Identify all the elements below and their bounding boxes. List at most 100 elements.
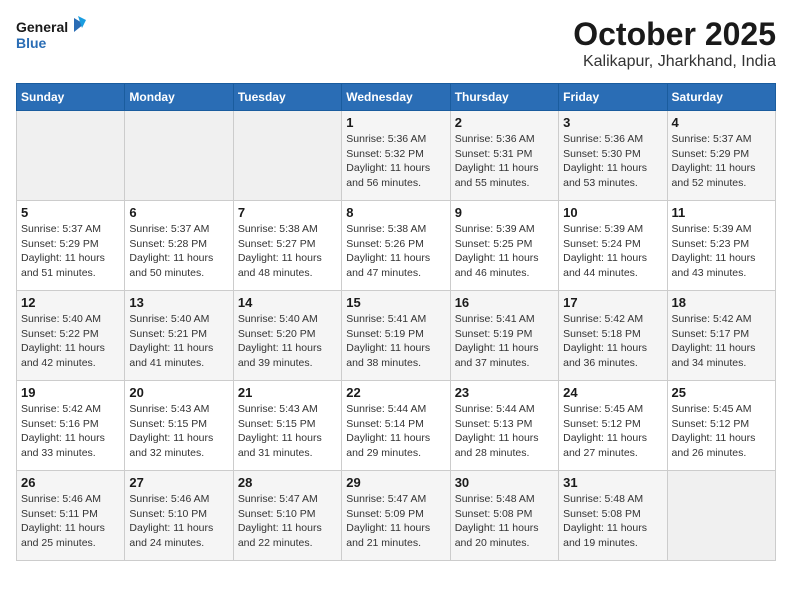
calendar-cell: 1 Sunrise: 5:36 AMSunset: 5:32 PMDaylight… xyxy=(342,111,450,201)
day-number: 20 xyxy=(129,385,228,400)
calendar-cell: 25 Sunrise: 5:45 AMSunset: 5:12 PMDayligh… xyxy=(667,381,775,471)
day-number: 1 xyxy=(346,115,445,130)
day-info: Sunrise: 5:37 AMSunset: 5:29 PMDaylight:… xyxy=(21,222,120,281)
calendar-cell: 20 Sunrise: 5:43 AMSunset: 5:15 PMDayligh… xyxy=(125,381,233,471)
day-info: Sunrise: 5:47 AMSunset: 5:10 PMDaylight:… xyxy=(238,492,337,551)
weekday-header: Saturday xyxy=(667,84,775,111)
day-info: Sunrise: 5:39 AMSunset: 5:25 PMDaylight:… xyxy=(455,222,554,281)
calendar-cell: 14 Sunrise: 5:40 AMSunset: 5:20 PMDayligh… xyxy=(233,291,341,381)
day-number: 16 xyxy=(455,295,554,310)
calendar-cell xyxy=(17,111,125,201)
title-block: October 2025 Kalikapur, Jharkhand, India xyxy=(573,16,776,71)
calendar-cell: 8 Sunrise: 5:38 AMSunset: 5:26 PMDaylight… xyxy=(342,201,450,291)
calendar-cell: 30 Sunrise: 5:48 AMSunset: 5:08 PMDayligh… xyxy=(450,471,558,561)
calendar-cell: 19 Sunrise: 5:42 AMSunset: 5:16 PMDayligh… xyxy=(17,381,125,471)
day-number: 7 xyxy=(238,205,337,220)
day-number: 10 xyxy=(563,205,662,220)
calendar-cell: 11 Sunrise: 5:39 AMSunset: 5:23 PMDayligh… xyxy=(667,201,775,291)
calendar-cell: 13 Sunrise: 5:40 AMSunset: 5:21 PMDayligh… xyxy=(125,291,233,381)
weekday-header: Monday xyxy=(125,84,233,111)
day-number: 12 xyxy=(21,295,120,310)
calendar-cell: 9 Sunrise: 5:39 AMSunset: 5:25 PMDaylight… xyxy=(450,201,558,291)
day-number: 21 xyxy=(238,385,337,400)
calendar-cell: 24 Sunrise: 5:45 AMSunset: 5:12 PMDayligh… xyxy=(559,381,667,471)
day-info: Sunrise: 5:40 AMSunset: 5:21 PMDaylight:… xyxy=(129,312,228,371)
weekday-header: Sunday xyxy=(17,84,125,111)
day-info: Sunrise: 5:45 AMSunset: 5:12 PMDaylight:… xyxy=(672,402,771,461)
day-number: 22 xyxy=(346,385,445,400)
day-info: Sunrise: 5:47 AMSunset: 5:09 PMDaylight:… xyxy=(346,492,445,551)
day-info: Sunrise: 5:44 AMSunset: 5:13 PMDaylight:… xyxy=(455,402,554,461)
calendar-cell: 5 Sunrise: 5:37 AMSunset: 5:29 PMDaylight… xyxy=(17,201,125,291)
day-info: Sunrise: 5:38 AMSunset: 5:26 PMDaylight:… xyxy=(346,222,445,281)
day-number: 26 xyxy=(21,475,120,490)
calendar-cell: 2 Sunrise: 5:36 AMSunset: 5:31 PMDaylight… xyxy=(450,111,558,201)
day-number: 29 xyxy=(346,475,445,490)
calendar-cell: 22 Sunrise: 5:44 AMSunset: 5:14 PMDayligh… xyxy=(342,381,450,471)
day-info: Sunrise: 5:38 AMSunset: 5:27 PMDaylight:… xyxy=(238,222,337,281)
day-number: 25 xyxy=(672,385,771,400)
calendar-cell xyxy=(125,111,233,201)
day-info: Sunrise: 5:36 AMSunset: 5:30 PMDaylight:… xyxy=(563,132,662,191)
day-info: Sunrise: 5:40 AMSunset: 5:20 PMDaylight:… xyxy=(238,312,337,371)
day-info: Sunrise: 5:45 AMSunset: 5:12 PMDaylight:… xyxy=(563,402,662,461)
calendar-cell: 12Sunrise: 5:40 AMSunset: 5:22 PMDayligh… xyxy=(17,291,125,381)
calendar-cell: 3 Sunrise: 5:36 AMSunset: 5:30 PMDaylight… xyxy=(559,111,667,201)
day-info: Sunrise: 5:48 AMSunset: 5:08 PMDaylight:… xyxy=(563,492,662,551)
calendar-cell: 10 Sunrise: 5:39 AMSunset: 5:24 PMDayligh… xyxy=(559,201,667,291)
day-info: Sunrise: 5:39 AMSunset: 5:23 PMDaylight:… xyxy=(672,222,771,281)
calendar-cell: 29 Sunrise: 5:47 AMSunset: 5:09 PMDayligh… xyxy=(342,471,450,561)
day-number: 24 xyxy=(563,385,662,400)
calendar-cell: 16Sunrise: 5:41 AMSunset: 5:19 PMDayligh… xyxy=(450,291,558,381)
calendar-cell: 17 Sunrise: 5:42 AMSunset: 5:18 PMDayligh… xyxy=(559,291,667,381)
weekday-header: Wednesday xyxy=(342,84,450,111)
day-info: Sunrise: 5:42 AMSunset: 5:17 PMDaylight:… xyxy=(672,312,771,371)
day-info: Sunrise: 5:46 AMSunset: 5:10 PMDaylight:… xyxy=(129,492,228,551)
calendar-cell: 23Sunrise: 5:44 AMSunset: 5:13 PMDayligh… xyxy=(450,381,558,471)
calendar-cell xyxy=(667,471,775,561)
day-info: Sunrise: 5:41 AMSunset: 5:19 PMDaylight:… xyxy=(346,312,445,371)
day-info: Sunrise: 5:36 AMSunset: 5:31 PMDaylight:… xyxy=(455,132,554,191)
svg-text:General: General xyxy=(16,19,68,35)
calendar-cell: 6Sunrise: 5:37 AMSunset: 5:28 PMDaylight… xyxy=(125,201,233,291)
day-info: Sunrise: 5:36 AMSunset: 5:32 PMDaylight:… xyxy=(346,132,445,191)
day-number: 8 xyxy=(346,205,445,220)
day-info: Sunrise: 5:43 AMSunset: 5:15 PMDaylight:… xyxy=(129,402,228,461)
calendar-cell: 26 Sunrise: 5:46 AMSunset: 5:11 PMDayligh… xyxy=(17,471,125,561)
day-number: 2 xyxy=(455,115,554,130)
day-number: 15 xyxy=(346,295,445,310)
calendar-table: SundayMondayTuesdayWednesdayThursdayFrid… xyxy=(16,83,776,561)
day-info: Sunrise: 5:42 AMSunset: 5:18 PMDaylight:… xyxy=(563,312,662,371)
day-number: 27 xyxy=(129,475,228,490)
day-number: 5 xyxy=(21,205,120,220)
day-number: 30 xyxy=(455,475,554,490)
calendar-header: SundayMondayTuesdayWednesdayThursdayFrid… xyxy=(17,84,776,111)
day-number: 18 xyxy=(672,295,771,310)
day-info: Sunrise: 5:37 AMSunset: 5:28 PMDaylight:… xyxy=(129,222,228,281)
day-number: 19 xyxy=(21,385,120,400)
day-number: 17 xyxy=(563,295,662,310)
day-info: Sunrise: 5:44 AMSunset: 5:14 PMDaylight:… xyxy=(346,402,445,461)
day-info: Sunrise: 5:48 AMSunset: 5:08 PMDaylight:… xyxy=(455,492,554,551)
month-year: October 2025 xyxy=(573,16,776,53)
calendar-cell: 21Sunrise: 5:43 AMSunset: 5:15 PMDayligh… xyxy=(233,381,341,471)
day-number: 11 xyxy=(672,205,771,220)
calendar-cell: 28Sunrise: 5:47 AMSunset: 5:10 PMDayligh… xyxy=(233,471,341,561)
day-number: 4 xyxy=(672,115,771,130)
day-number: 9 xyxy=(455,205,554,220)
calendar-cell: 31Sunrise: 5:48 AMSunset: 5:08 PMDayligh… xyxy=(559,471,667,561)
day-number: 14 xyxy=(238,295,337,310)
day-info: Sunrise: 5:39 AMSunset: 5:24 PMDaylight:… xyxy=(563,222,662,281)
day-number: 13 xyxy=(129,295,228,310)
day-number: 3 xyxy=(563,115,662,130)
weekday-header: Tuesday xyxy=(233,84,341,111)
calendar-cell: 4Sunrise: 5:37 AMSunset: 5:29 PMDaylight… xyxy=(667,111,775,201)
day-info: Sunrise: 5:46 AMSunset: 5:11 PMDaylight:… xyxy=(21,492,120,551)
calendar-cell: 7 Sunrise: 5:38 AMSunset: 5:27 PMDaylight… xyxy=(233,201,341,291)
weekday-header: Thursday xyxy=(450,84,558,111)
logo: General Blue xyxy=(16,16,86,56)
location: Kalikapur, Jharkhand, India xyxy=(573,53,776,71)
logo-svg: General Blue xyxy=(16,16,86,56)
calendar-cell: 15 Sunrise: 5:41 AMSunset: 5:19 PMDayligh… xyxy=(342,291,450,381)
day-info: Sunrise: 5:42 AMSunset: 5:16 PMDaylight:… xyxy=(21,402,120,461)
